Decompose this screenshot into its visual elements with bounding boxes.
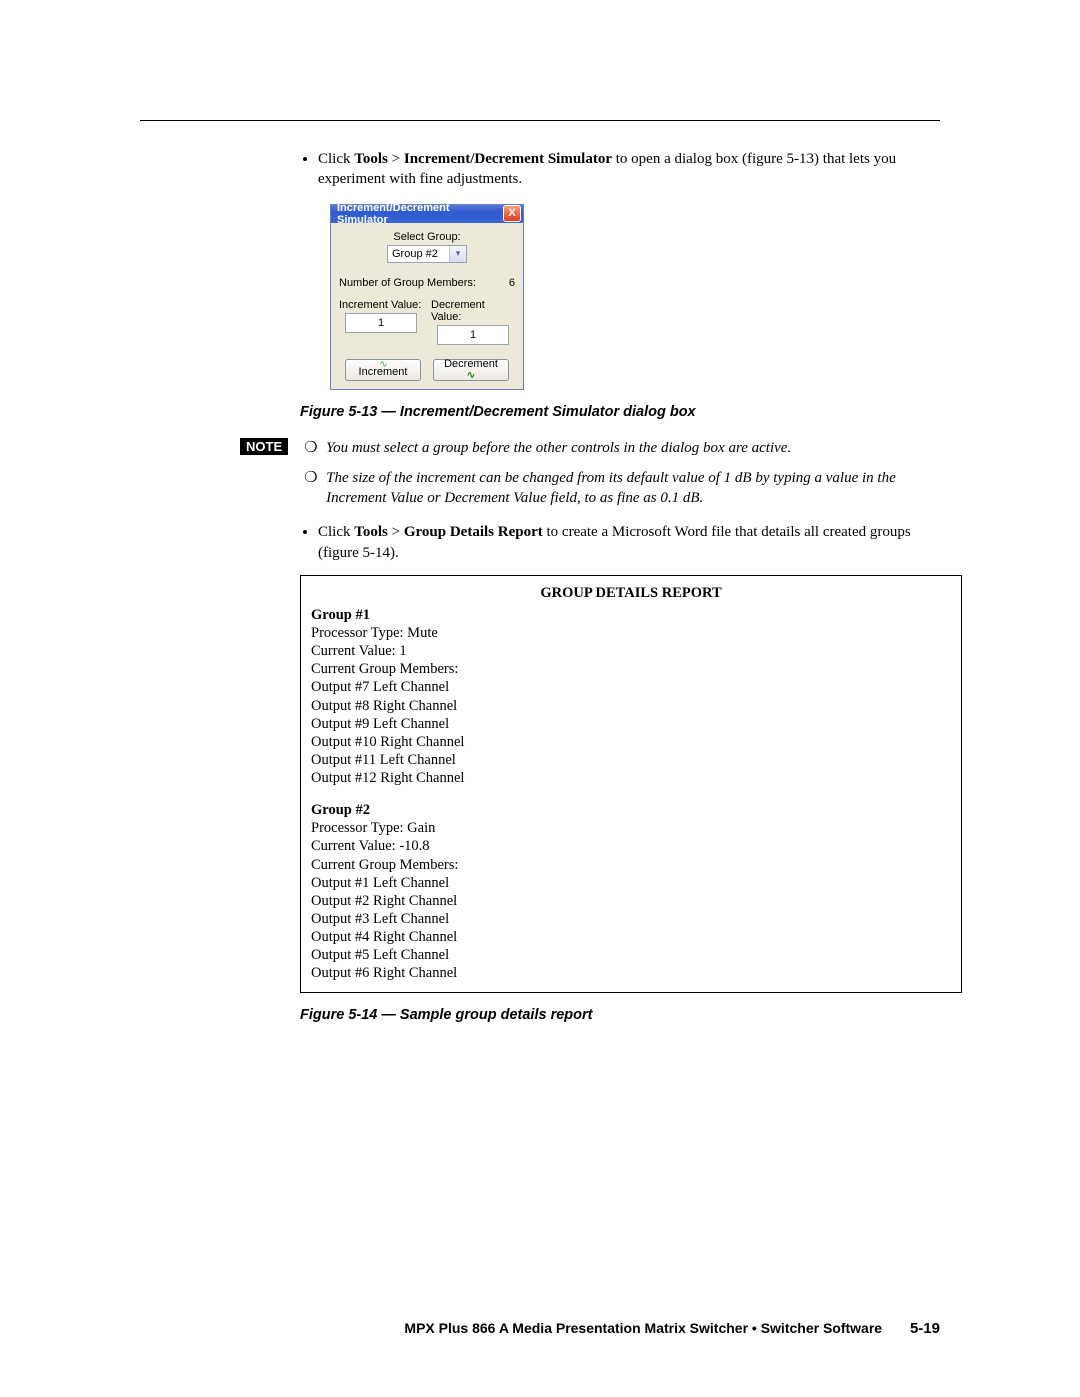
select-group-value: Group #2 bbox=[392, 248, 438, 260]
increment-button[interactable]: ∿ Increment bbox=[345, 359, 421, 381]
report-line: Output #8 Right Channel bbox=[311, 697, 951, 715]
report-line: Output #11 Left Channel bbox=[311, 751, 951, 769]
content-area: Click Tools > Increment/Decrement Simula… bbox=[300, 149, 940, 1023]
report-line: Output #2 Right Channel bbox=[311, 892, 951, 910]
increment-button-label: Increment bbox=[359, 367, 408, 378]
select-group-dropdown[interactable]: Group #2 ▾ bbox=[387, 245, 467, 263]
value-columns: Increment Value: 1 Decrement Value: 1 bbox=[339, 299, 515, 351]
dialog-body: Select Group: Group #2 ▾ Number of Group… bbox=[331, 223, 523, 389]
top-rule bbox=[140, 120, 940, 121]
bullet-group-details-report: Click Tools > Group Details Report to cr… bbox=[318, 522, 940, 563]
text: > bbox=[388, 524, 404, 540]
waveform-icon: ∿ bbox=[467, 371, 475, 381]
report-line: Processor Type: Mute bbox=[311, 624, 951, 642]
text: Click bbox=[318, 151, 354, 167]
report-line: Current Group Members: bbox=[311, 856, 951, 874]
report-line: Current Group Members: bbox=[311, 660, 951, 678]
increment-column: Increment Value: 1 bbox=[339, 299, 423, 351]
increment-decrement-dialog: Increment/Decrement Simulator X Select G… bbox=[330, 204, 524, 390]
page-number: 5-19 bbox=[910, 1320, 940, 1337]
menu-tools: Tools bbox=[354, 524, 388, 540]
figure-5-13-caption: Figure 5-13 — Increment/Decrement Simula… bbox=[300, 404, 940, 420]
note-list: ❍ You must select a group before the oth… bbox=[304, 438, 940, 519]
note-tag: NOTE bbox=[240, 438, 288, 455]
report-line: Output #12 Right Channel bbox=[311, 769, 951, 787]
decrement-button-label: Decrement bbox=[444, 359, 498, 370]
members-row: Number of Group Members: 6 bbox=[339, 277, 515, 289]
members-label: Number of Group Members: bbox=[339, 277, 476, 289]
note-block: NOTE ❍ You must select a group before th… bbox=[240, 438, 940, 519]
menu-increment-decrement-simulator: Increment/Decrement Simulator bbox=[404, 151, 612, 167]
group-2-block: Group #2 Processor Type: Gain Current Va… bbox=[311, 801, 951, 982]
report-line: Current Value: 1 bbox=[311, 642, 951, 660]
report-line: Output #10 Right Channel bbox=[311, 733, 951, 751]
figure-5-14-report: GROUP DETAILS REPORT Group #1 Processor … bbox=[300, 575, 962, 994]
footer-text: MPX Plus 866 A Media Presentation Matrix… bbox=[404, 1320, 882, 1336]
close-icon[interactable]: X bbox=[503, 205, 521, 222]
decrement-value-label: Decrement Value: bbox=[431, 299, 515, 323]
decrement-button[interactable]: Decrement ∿ bbox=[433, 359, 509, 381]
report-line: Processor Type: Gain bbox=[311, 819, 951, 837]
report-line: Current Value: -10.8 bbox=[311, 837, 951, 855]
note-item-2: ❍ The size of the increment can be chang… bbox=[304, 468, 940, 509]
report-line: Output #7 Left Channel bbox=[311, 678, 951, 696]
select-group-label: Select Group: bbox=[339, 231, 515, 243]
dialog-title-text: Increment/Decrement Simulator bbox=[337, 202, 503, 226]
group-2-heading: Group #2 bbox=[311, 801, 951, 819]
report-line: Output #3 Left Channel bbox=[311, 910, 951, 928]
bullet-list-2: Click Tools > Group Details Report to cr… bbox=[300, 522, 940, 563]
figure-5-13: Increment/Decrement Simulator X Select G… bbox=[330, 204, 940, 390]
note-item-1: ❍ You must select a group before the oth… bbox=[304, 438, 940, 458]
note-bullet-icon: ❍ bbox=[304, 438, 326, 458]
note-bullet-icon: ❍ bbox=[304, 468, 326, 509]
bullet-list-1: Click Tools > Increment/Decrement Simula… bbox=[300, 149, 940, 190]
note-text: The size of the increment can be changed… bbox=[326, 468, 940, 509]
decrement-value-input[interactable]: 1 bbox=[437, 325, 509, 345]
bullet-open-simulator: Click Tools > Increment/Decrement Simula… bbox=[318, 149, 940, 190]
report-line: Output #6 Right Channel bbox=[311, 964, 951, 982]
members-value: 6 bbox=[509, 277, 515, 289]
text: Click bbox=[318, 524, 354, 540]
page-footer: MPX Plus 866 A Media Presentation Matrix… bbox=[140, 1320, 940, 1337]
group-1-heading: Group #1 bbox=[311, 606, 951, 624]
menu-group-details-report: Group Details Report bbox=[404, 524, 543, 540]
increment-value-input[interactable]: 1 bbox=[345, 313, 417, 333]
report-line: Output #4 Right Channel bbox=[311, 928, 951, 946]
menu-tools: Tools bbox=[354, 151, 388, 167]
group-1-block: Group #1 Processor Type: Mute Current Va… bbox=[311, 606, 951, 787]
decrement-column: Decrement Value: 1 bbox=[431, 299, 515, 351]
dialog-titlebar: Increment/Decrement Simulator X bbox=[331, 205, 523, 223]
report-line: Output #9 Left Channel bbox=[311, 715, 951, 733]
report-line: Output #5 Left Channel bbox=[311, 946, 951, 964]
note-text: You must select a group before the other… bbox=[326, 438, 940, 458]
report-line: Output #1 Left Channel bbox=[311, 874, 951, 892]
text: > bbox=[388, 151, 404, 167]
figure-5-14-caption: Figure 5-14 — Sample group details repor… bbox=[300, 1007, 940, 1023]
report-title: GROUP DETAILS REPORT bbox=[311, 584, 951, 602]
page: Click Tools > Increment/Decrement Simula… bbox=[0, 0, 1080, 1397]
button-row: ∿ Increment Decrement ∿ bbox=[339, 359, 515, 381]
chevron-down-icon: ▾ bbox=[449, 246, 466, 262]
increment-value-label: Increment Value: bbox=[339, 299, 423, 311]
